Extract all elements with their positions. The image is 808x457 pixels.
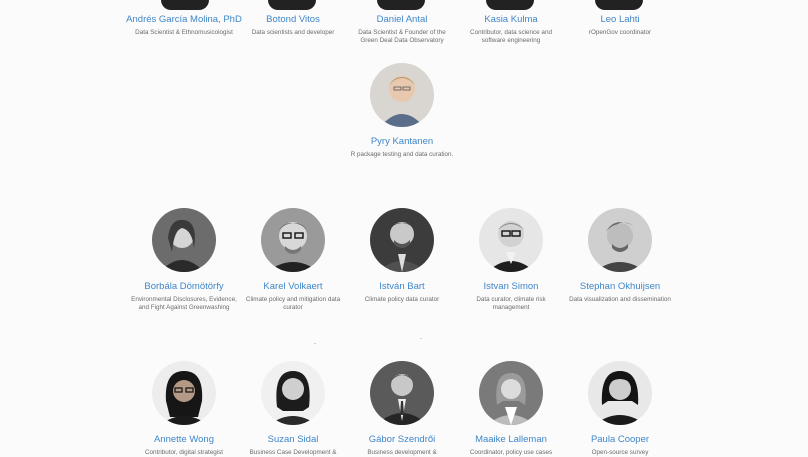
team-member-card: Annette Wong Contributor, digital strate… [125,361,243,457]
team-member-card: Stephan Okhuijsen Data visualization and… [561,208,679,304]
member-role: Environmental Disclosures, Evidence, and… [131,296,237,312]
team-member-card: Gábor Szendrői Business development & [343,361,461,457]
member-name-link[interactable]: Daniel Antal [343,14,461,26]
member-role: R package testing and data curation. [350,151,454,158]
divider-speck [314,343,316,344]
team-member-card: Karel Volkaert Climate policy and mitiga… [234,208,352,313]
member-photo[interactable] [479,361,543,425]
member-name-link[interactable]: Botond Vitos [234,14,352,26]
member-role: Business Case Development & [249,449,337,456]
member-photo[interactable] [588,361,652,425]
member-photo[interactable] [152,208,216,272]
team-member-card: Leo Lahti rOpenGov coordinator [561,14,679,37]
member-role: Data Scientist & Founder of the Green De… [358,29,446,45]
member-role: Climate policy and mitigation data curat… [245,296,341,312]
team-member-card: Maaike Lalleman Coordinator, policy use … [452,361,570,457]
member-name-link[interactable]: Paula Cooper [561,434,679,446]
member-role: Data Scientist & Ethnomusicologist [135,29,233,36]
member-name-link[interactable]: Leo Lahti [561,14,679,26]
member-name-link[interactable]: Karel Volkaert [234,281,352,293]
member-name-link[interactable]: Istvan Simon [452,281,570,293]
member-role: Business development & [367,449,437,456]
team-member-card: Suzan Sidal Business Case Development & [234,361,352,457]
member-photo[interactable] [370,63,434,127]
team-member-card: Borbála Dömötörfy Environmental Disclosu… [125,208,243,313]
member-role: Contributor, digital strategist [144,449,224,456]
member-name-link[interactable]: Stephan Okhuijsen [561,281,679,293]
member-photo[interactable] [261,208,325,272]
member-role: Data scientists and developer [251,29,335,36]
member-name-link[interactable]: Annette Wong [125,434,243,446]
member-photo[interactable] [261,361,325,425]
member-name-link[interactable]: Gábor Szendrői [343,434,461,446]
divider-speck [420,338,422,339]
member-name-link[interactable]: Suzan Sidal [234,434,352,446]
member-name-link[interactable]: Maaike Lalleman [452,434,570,446]
member-role: Contributor, data science and software e… [470,29,552,45]
team-member-card: Kasia Kulma Contributor, data science an… [452,14,570,46]
member-role: Climate policy data curator [364,296,440,303]
member-role: Data visualization and dissemination [569,296,671,303]
member-photo[interactable] [370,361,434,425]
team-member-card: Pyry Kantanen R package testing and data… [343,63,461,159]
member-role: Coordinator, policy use cases [469,449,553,456]
member-photo[interactable] [479,208,543,272]
member-name-link[interactable]: Kasia Kulma [452,14,570,26]
team-member-card: Istvan Simon Data curator, climate risk … [452,208,570,313]
member-role: rOpenGov coordinator [588,29,652,36]
member-name-link[interactable]: Borbála Dömötörfy [125,281,243,293]
member-photo[interactable] [152,361,216,425]
member-photo[interactable] [588,208,652,272]
member-name-link[interactable]: Andrés García Molina, PhD [125,14,243,26]
member-role: Open-source survey [591,449,649,456]
member-name-link[interactable]: István Bart [343,281,461,293]
team-member-card: Daniel Antal Data Scientist & Founder of… [343,14,461,46]
team-member-card: István Bart Climate policy data curator [343,208,461,304]
team-member-card: Andrés García Molina, PhD Data Scientist… [125,14,243,37]
member-role: Data curator, climate risk management [476,296,546,312]
member-name-link[interactable]: Pyry Kantanen [343,136,461,148]
member-photo[interactable] [370,208,434,272]
team-member-card: Paula Cooper Open-source survey [561,361,679,457]
team-member-card: Botond Vitos Data scientists and develop… [234,14,352,37]
